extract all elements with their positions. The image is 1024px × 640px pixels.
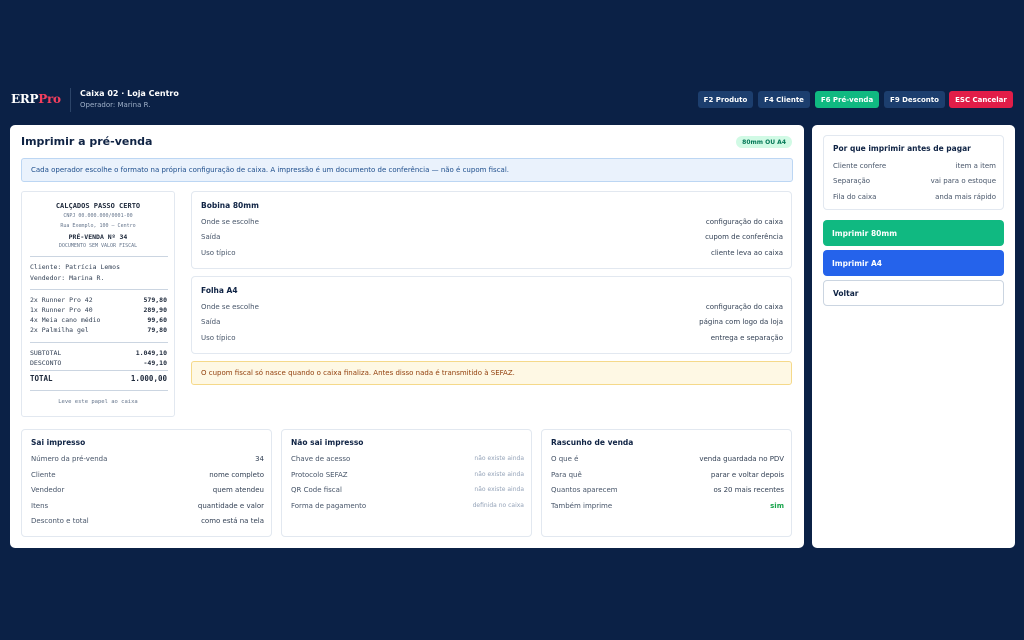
card-row: Cliente nome completo [31, 471, 264, 479]
card-row: Também imprime sim [551, 502, 784, 510]
format-row: Saída página com logo da loja [201, 318, 783, 326]
receipt-seller: Vendedor: Marina R. [30, 274, 105, 282]
app-logo: ERPPro [11, 92, 61, 106]
card-row: Chave de acesso não existe ainda [291, 455, 524, 463]
operator-name: Operador: Marina R. [80, 101, 151, 109]
card-title: Sai impresso [31, 438, 86, 447]
receipt-item: 2x Runner Pro 42 579,80 [30, 296, 167, 304]
register-name: Caixa 02 · Loja Centro [80, 89, 179, 98]
receipt-divider [30, 256, 168, 257]
why-row: Separação vai para o estoque [833, 177, 996, 185]
why-row: Cliente confere item a item [833, 162, 996, 170]
card-row: Número da pré-venda 34 [31, 455, 264, 463]
panel-title: Imprimir a pré-venda [21, 135, 153, 148]
format-row: Onde se escolhe configuração do caixa [201, 303, 783, 311]
receipt-item: 1x Runner Pro 40 289,90 [30, 306, 167, 314]
card-row: Vendedor quem atendeu [31, 486, 264, 494]
receipt-preview: CALÇADOS PASSO CERTO CNPJ 00.000.000/000… [21, 191, 175, 417]
format-row: Uso típico entrega e separação [201, 334, 783, 342]
card-row: O que é venda guardada no PDV [551, 455, 784, 463]
receipt-divider [30, 390, 168, 391]
format-card-title: Bobina 80mm [201, 201, 259, 210]
format-row: Saída cupom de conferência [201, 233, 783, 241]
card-printed: Sai impresso Número da pré-venda 34 Clien… [21, 429, 272, 537]
print-presale-panel: Imprimir a pré-venda 80mm OU A4 Cada ope… [10, 125, 804, 548]
why-print-card: Por que imprimir antes de pagar Cliente … [823, 135, 1004, 210]
why-row: Fila do caixa anda mais rápido [833, 193, 996, 201]
receipt-cnpj: CNPJ 00.000.000/0001-00 [63, 213, 133, 219]
receipt-total: TOTAL 1.000,00 [30, 374, 167, 383]
why-print-title: Por que imprimir antes de pagar [833, 144, 971, 153]
format-row: Uso típico cliente leva ao caixa [201, 249, 783, 257]
receipt-divider [30, 289, 168, 290]
card-row: Protocolo SEFAZ não existe ainda [291, 471, 524, 479]
card-row: Quantos aparecem os 20 mais recentes [551, 486, 784, 494]
back-button[interactable]: Voltar [823, 280, 1004, 306]
receipt-number: PRÉ-VENDA Nº 34 [68, 233, 128, 241]
receipt-subtotal: SUBTOTAL 1.049,10 [30, 349, 167, 357]
shortcut-customer-button[interactable]: F4 Cliente [758, 91, 810, 108]
format-card-a4: Folha A4 Onde se escolhe configuração do … [191, 276, 792, 354]
register-info: Caixa 02 · Loja Centro Operador: Marina … [80, 88, 179, 111]
receipt-item: 4x Meia cano médio 99,60 [30, 316, 167, 324]
header-divider [70, 88, 71, 112]
top-bar: ERPPro Caixa 02 · Loja Centro Operador: … [0, 86, 1024, 114]
card-row: Itens quantidade e valor [31, 502, 264, 510]
format-badge: 80mm OU A4 [736, 136, 792, 148]
receipt-doc-note: DOCUMENTO SEM VALOR FISCAL [58, 243, 138, 249]
shortcut-product-button[interactable]: F2 Produto [698, 91, 753, 108]
card-row: Forma de pagamento definida no caixa [291, 502, 524, 510]
shortcut-discount-button[interactable]: F9 Desconto [884, 91, 945, 108]
receipt-discount: DESCONTO -49,10 [30, 359, 167, 367]
card-title: Não sai impresso [291, 438, 364, 447]
shortcut-presale-button[interactable]: F6 Pré-venda [815, 91, 879, 108]
receipt-divider [30, 342, 168, 343]
card-title: Rascunho de venda [551, 438, 634, 447]
receipt-footer: Leve este papel ao caixa [58, 399, 138, 405]
format-card-title: Folha A4 [201, 286, 238, 295]
format-card-80mm: Bobina 80mm Onde se escolhe configuração … [191, 191, 792, 269]
print-actions-sidebar: Por que imprimir antes de pagar Cliente … [812, 125, 1015, 548]
info-banner: Cada operador escolhe o formato na própr… [21, 158, 793, 182]
card-row: QR Code fiscal não existe ainda [291, 486, 524, 494]
receipt-item: 2x Palmilha gel 79,80 [30, 326, 167, 334]
card-row: Desconto e total como está na tela [31, 517, 264, 525]
card-not-printed: Não sai impresso Chave de acesso não exis… [281, 429, 532, 537]
shortcut-cancel-button[interactable]: ESC Cancelar [949, 91, 1013, 108]
receipt-divider [30, 370, 168, 371]
card-sale-draft: Rascunho de venda O que é venda guardada … [541, 429, 792, 537]
receipt-store-name: CALÇADOS PASSO CERTO [55, 202, 141, 210]
print-80mm-button[interactable]: Imprimir 80mm [823, 220, 1004, 246]
card-row: Para quê parar e voltar depois [551, 471, 784, 479]
print-a4-button[interactable]: Imprimir A4 [823, 250, 1004, 276]
receipt-address: Rua Exemplo, 100 — Centro [60, 223, 136, 229]
fiscal-warning-banner: O cupom fiscal só nasce quando o caixa f… [191, 361, 792, 385]
receipt-customer: Cliente: Patrícia Lemos [30, 263, 121, 271]
format-row: Onde se escolhe configuração do caixa [201, 218, 783, 226]
